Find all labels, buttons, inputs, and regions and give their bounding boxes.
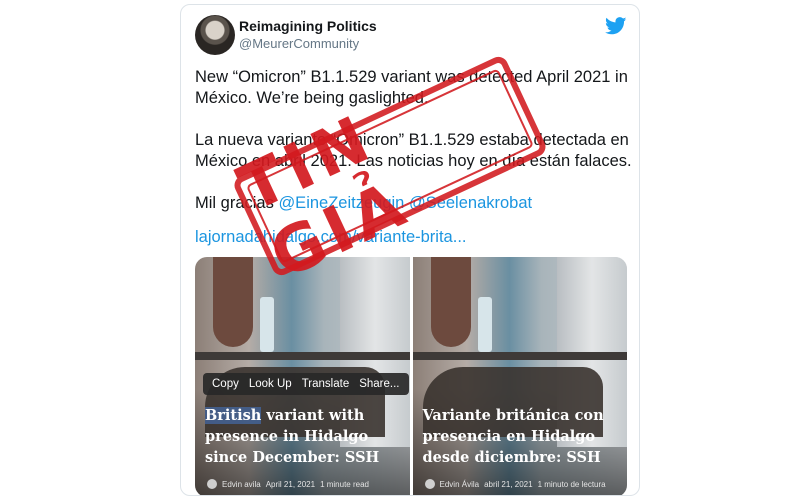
media-image-left[interactable]: Copy Look Up Translate Share... British …	[195, 257, 410, 495]
article-date: April 21, 2021	[265, 479, 316, 489]
read-time: 1 minute read	[320, 479, 369, 489]
context-menu-translate[interactable]: Translate	[297, 378, 355, 390]
selected-text: British	[205, 407, 262, 424]
author-name: Edvin Ávila	[439, 479, 480, 489]
media-grid[interactable]: Copy Look Up Translate Share... British …	[195, 257, 627, 495]
author-avatar	[207, 479, 217, 489]
context-menu: Copy Look Up Translate Share...	[203, 373, 409, 395]
twitter-bird-icon[interactable]	[605, 17, 627, 35]
article-date: abril 21, 2021	[484, 479, 533, 489]
article-headline-spanish: Variante británica con presencia en Hida…	[422, 407, 604, 466]
context-menu-share[interactable]: Share...	[354, 378, 404, 390]
article-headline-english: British variant with presence in Hidalgo…	[205, 405, 395, 468]
author-avatar	[424, 479, 435, 489]
media-image-right[interactable]: Variante británica con presencia en Hida…	[412, 257, 627, 495]
avatar[interactable]	[195, 15, 235, 55]
byline: Edvin avila April 21, 2021 1 minute read	[207, 479, 369, 489]
user-handle[interactable]: @MeurerCommunity	[239, 36, 359, 51]
byline: Edvin Ávila abril 21, 2021 1 minuto de l…	[424, 479, 606, 489]
context-menu-copy[interactable]: Copy	[207, 378, 244, 390]
display-name[interactable]: Reimagining Politics	[239, 18, 377, 34]
read-time: 1 minuto de lectura	[537, 479, 606, 489]
author-name: Edvin avila	[222, 479, 261, 489]
context-menu-look-up[interactable]: Look Up	[244, 378, 297, 390]
